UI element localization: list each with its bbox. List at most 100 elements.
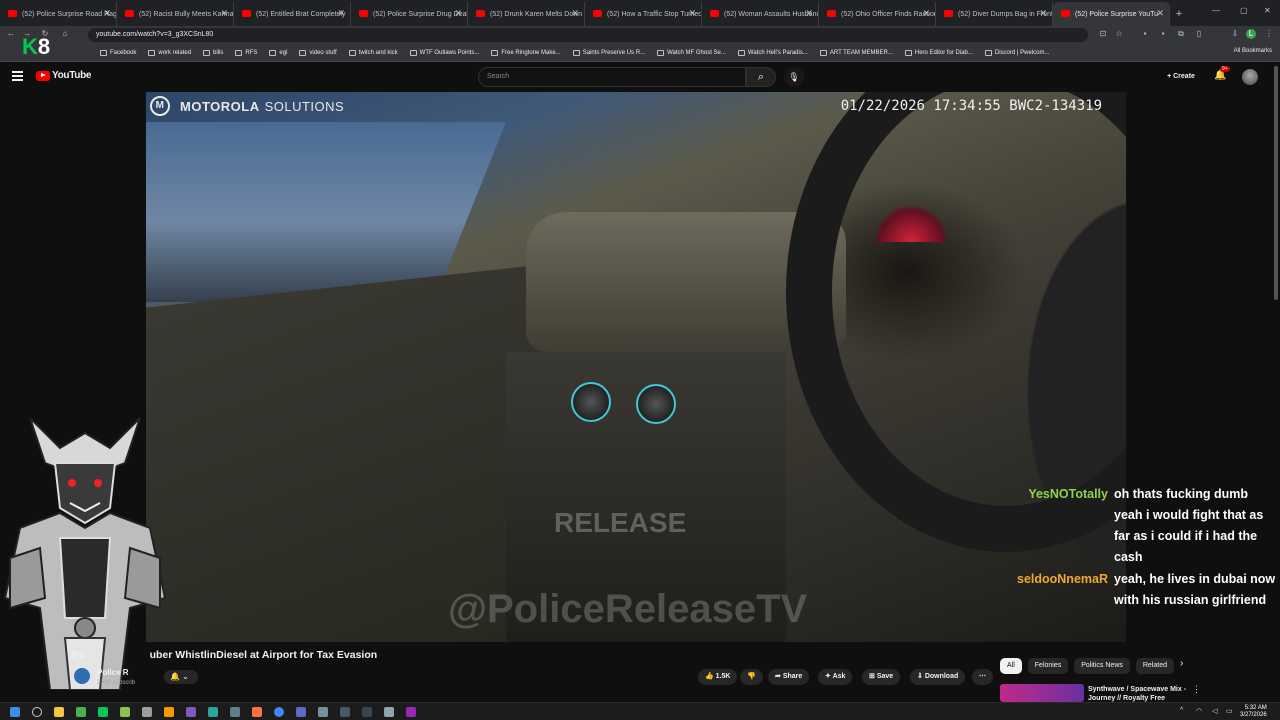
download-icon[interactable]: ⇩ [1230, 29, 1240, 39]
bookmark-item[interactable]: bills [203, 49, 223, 56]
taskbar-app-icon[interactable] [340, 707, 350, 717]
extension-icon[interactable]: ▪ [1158, 29, 1168, 39]
filter-chip[interactable]: Related [1135, 658, 1175, 674]
taskbar-app-icon[interactable] [208, 707, 218, 717]
wifi-icon[interactable]: ◠ [1196, 707, 1202, 715]
browser-tab[interactable]: (52) Woman Assaults Husband ✕ [702, 2, 819, 26]
maximize-icon[interactable]: ▢ [1240, 6, 1248, 15]
create-button[interactable]: + Create [1158, 69, 1204, 85]
more-actions-button[interactable]: ⋯ [972, 669, 993, 685]
microphone-icon[interactable]: 🎙 [784, 67, 804, 87]
hamburger-menu-icon[interactable] [12, 71, 23, 81]
close-tab-icon[interactable]: ✕ [805, 8, 813, 19]
battery-icon[interactable]: ▭ [1226, 707, 1233, 715]
new-tab-button[interactable]: + [1170, 2, 1188, 26]
bookmark-item[interactable]: Saints Preserve Us R... [572, 49, 645, 56]
ask-button[interactable]: ✦ Ask [818, 669, 853, 685]
share-button[interactable]: ➦ Share [768, 669, 810, 685]
taskbar-app-icon[interactable] [362, 707, 372, 717]
browser-tab[interactable]: (52) Police Surprise Road Rage ✕ [0, 2, 117, 26]
close-tab-icon[interactable]: ✕ [220, 8, 228, 19]
all-bookmarks[interactable]: All Bookmarks [1234, 48, 1272, 54]
browser-tab[interactable]: (52) Police Surprise YouTu ✕ [1053, 2, 1170, 26]
close-tab-icon[interactable]: ✕ [1039, 8, 1047, 19]
bookmark-item[interactable]: RFS [235, 49, 257, 56]
taskbar-search-icon[interactable] [32, 707, 42, 717]
account-avatar[interactable] [1242, 69, 1258, 85]
close-tab-icon[interactable]: ✕ [337, 8, 345, 19]
back-icon[interactable]: ← [6, 29, 16, 39]
recommendation-thumbnail[interactable] [1000, 684, 1084, 702]
video-player[interactable]: M MOTOROLA SOLUTIONS 01/22/2026 17:34:55 … [146, 92, 1126, 642]
chrome-icon[interactable] [274, 707, 284, 717]
bookmark-item[interactable]: WTF Outlaws Points... [409, 49, 479, 56]
taskbar-app-icon[interactable] [142, 707, 152, 717]
close-window-icon[interactable]: ✕ [1264, 6, 1271, 15]
firefox-icon[interactable] [252, 707, 262, 717]
download-button[interactable]: ⇩ Download [910, 669, 966, 685]
close-tab-icon[interactable]: ✕ [571, 8, 579, 19]
volume-icon[interactable]: ◁ [1212, 707, 1217, 715]
chevron-right-icon[interactable]: › [1180, 658, 1183, 669]
search-input[interactable]: Search [478, 67, 746, 87]
filter-chip[interactable]: All [1000, 658, 1022, 674]
browser-tab[interactable]: (52) Entitled Brat Completely ✕ [234, 2, 351, 26]
close-tab-icon[interactable]: ✕ [1156, 8, 1164, 19]
channel-name[interactable]: Police R [97, 668, 129, 677]
browser-tab[interactable]: (52) Drunk Karen Melts Down ✕ [468, 2, 585, 26]
menu-dots-icon[interactable]: ⋮ [1264, 29, 1274, 39]
taskbar-app-icon[interactable] [98, 707, 108, 717]
tray-chevron-icon[interactable]: ^ [1180, 707, 1183, 714]
file-explorer-icon[interactable] [54, 707, 64, 717]
minimize-icon[interactable]: — [1212, 6, 1220, 15]
close-tab-icon[interactable]: ✕ [688, 8, 696, 19]
browser-tab[interactable]: (52) Police Surprise Drug Deal ✕ [351, 2, 468, 26]
browser-tab[interactable]: (52) Racist Bully Meets Karma ✕ [117, 2, 234, 26]
bookmark-item[interactable]: Discord | Pwelcom... [984, 49, 1049, 56]
taskbar-app-icon[interactable] [164, 707, 174, 717]
recommendation-more-icon[interactable]: ⋮ [1192, 684, 1201, 695]
close-tab-icon[interactable]: ✕ [454, 8, 462, 19]
browser-tab[interactable]: (52) Ohio Officer Finds Racoon ✕ [819, 2, 936, 26]
taskbar-app-icon[interactable] [76, 707, 86, 717]
like-button[interactable]: 👍 1.5K [698, 669, 738, 685]
close-tab-icon[interactable]: ✕ [103, 8, 111, 19]
bookmark-item[interactable]: ART TEAM MEMBER... [819, 49, 893, 56]
bookmark-item[interactable]: Hero Editor for Diab... [904, 49, 973, 56]
bookmark-item[interactable]: twitch and kick [348, 49, 398, 56]
subscribed-bell-button[interactable]: 🔔 ⌄ [164, 670, 198, 684]
bookmark-item[interactable]: Watch MF Ghost Se... [657, 49, 726, 56]
taskbar-app-icon[interactable] [230, 707, 240, 717]
url-input[interactable]: youtube.com/watch?v=3_g3XCSnL80 [88, 28, 1088, 42]
extension-icon[interactable]: ▪ [1140, 29, 1150, 39]
install-icon[interactable]: ⊡ [1098, 29, 1108, 39]
close-tab-icon[interactable]: ✕ [922, 8, 930, 19]
bookmark-star-icon[interactable]: ☆ [1114, 29, 1124, 39]
search-icon[interactable]: ⌕ [746, 67, 776, 87]
notifications-bell-icon[interactable]: 🔔 9+ [1214, 66, 1230, 81]
taskbar-app-icon[interactable] [406, 707, 416, 717]
discord-icon[interactable] [296, 707, 306, 717]
save-button[interactable]: ⊞ Save [862, 669, 901, 685]
filter-chip[interactable]: Felonies [1027, 658, 1069, 674]
browser-tab[interactable]: (52) How a Traffic Stop Turned ✕ [585, 2, 702, 26]
profile-avatar[interactable]: L [1246, 29, 1256, 39]
taskbar-app-icon[interactable] [120, 707, 130, 717]
browser-tab[interactable]: (52) Diver Dumps Bag in Front ✕ [936, 2, 1053, 26]
settings-icon[interactable] [384, 707, 394, 717]
recommendation-title[interactable]: Synthwave / Spacewave Mix - Journey // R… [1088, 685, 1188, 702]
bookmark-item[interactable]: work related [148, 49, 191, 56]
bookmark-item[interactable]: Free Ringtone Make... [491, 49, 561, 56]
bookmark-item[interactable]: video stuff [299, 49, 337, 56]
channel-avatar[interactable] [74, 668, 90, 684]
sidepanel-icon[interactable]: ▯ [1194, 29, 1204, 39]
bookmark-item[interactable]: egl [269, 49, 287, 56]
taskbar-app-icon[interactable] [186, 707, 196, 717]
filter-chip[interactable]: Politics News [1074, 658, 1130, 674]
dislike-button[interactable]: 👎 [740, 669, 763, 685]
bookmark-item[interactable]: Watch Hell's Paradis... [737, 49, 808, 56]
youtube-logo[interactable]: YouTube [36, 70, 92, 81]
page-scrollbar[interactable] [1274, 66, 1278, 300]
extensions-puzzle-icon[interactable]: ⧉ [1176, 29, 1186, 39]
windows-start-icon[interactable] [10, 707, 20, 717]
